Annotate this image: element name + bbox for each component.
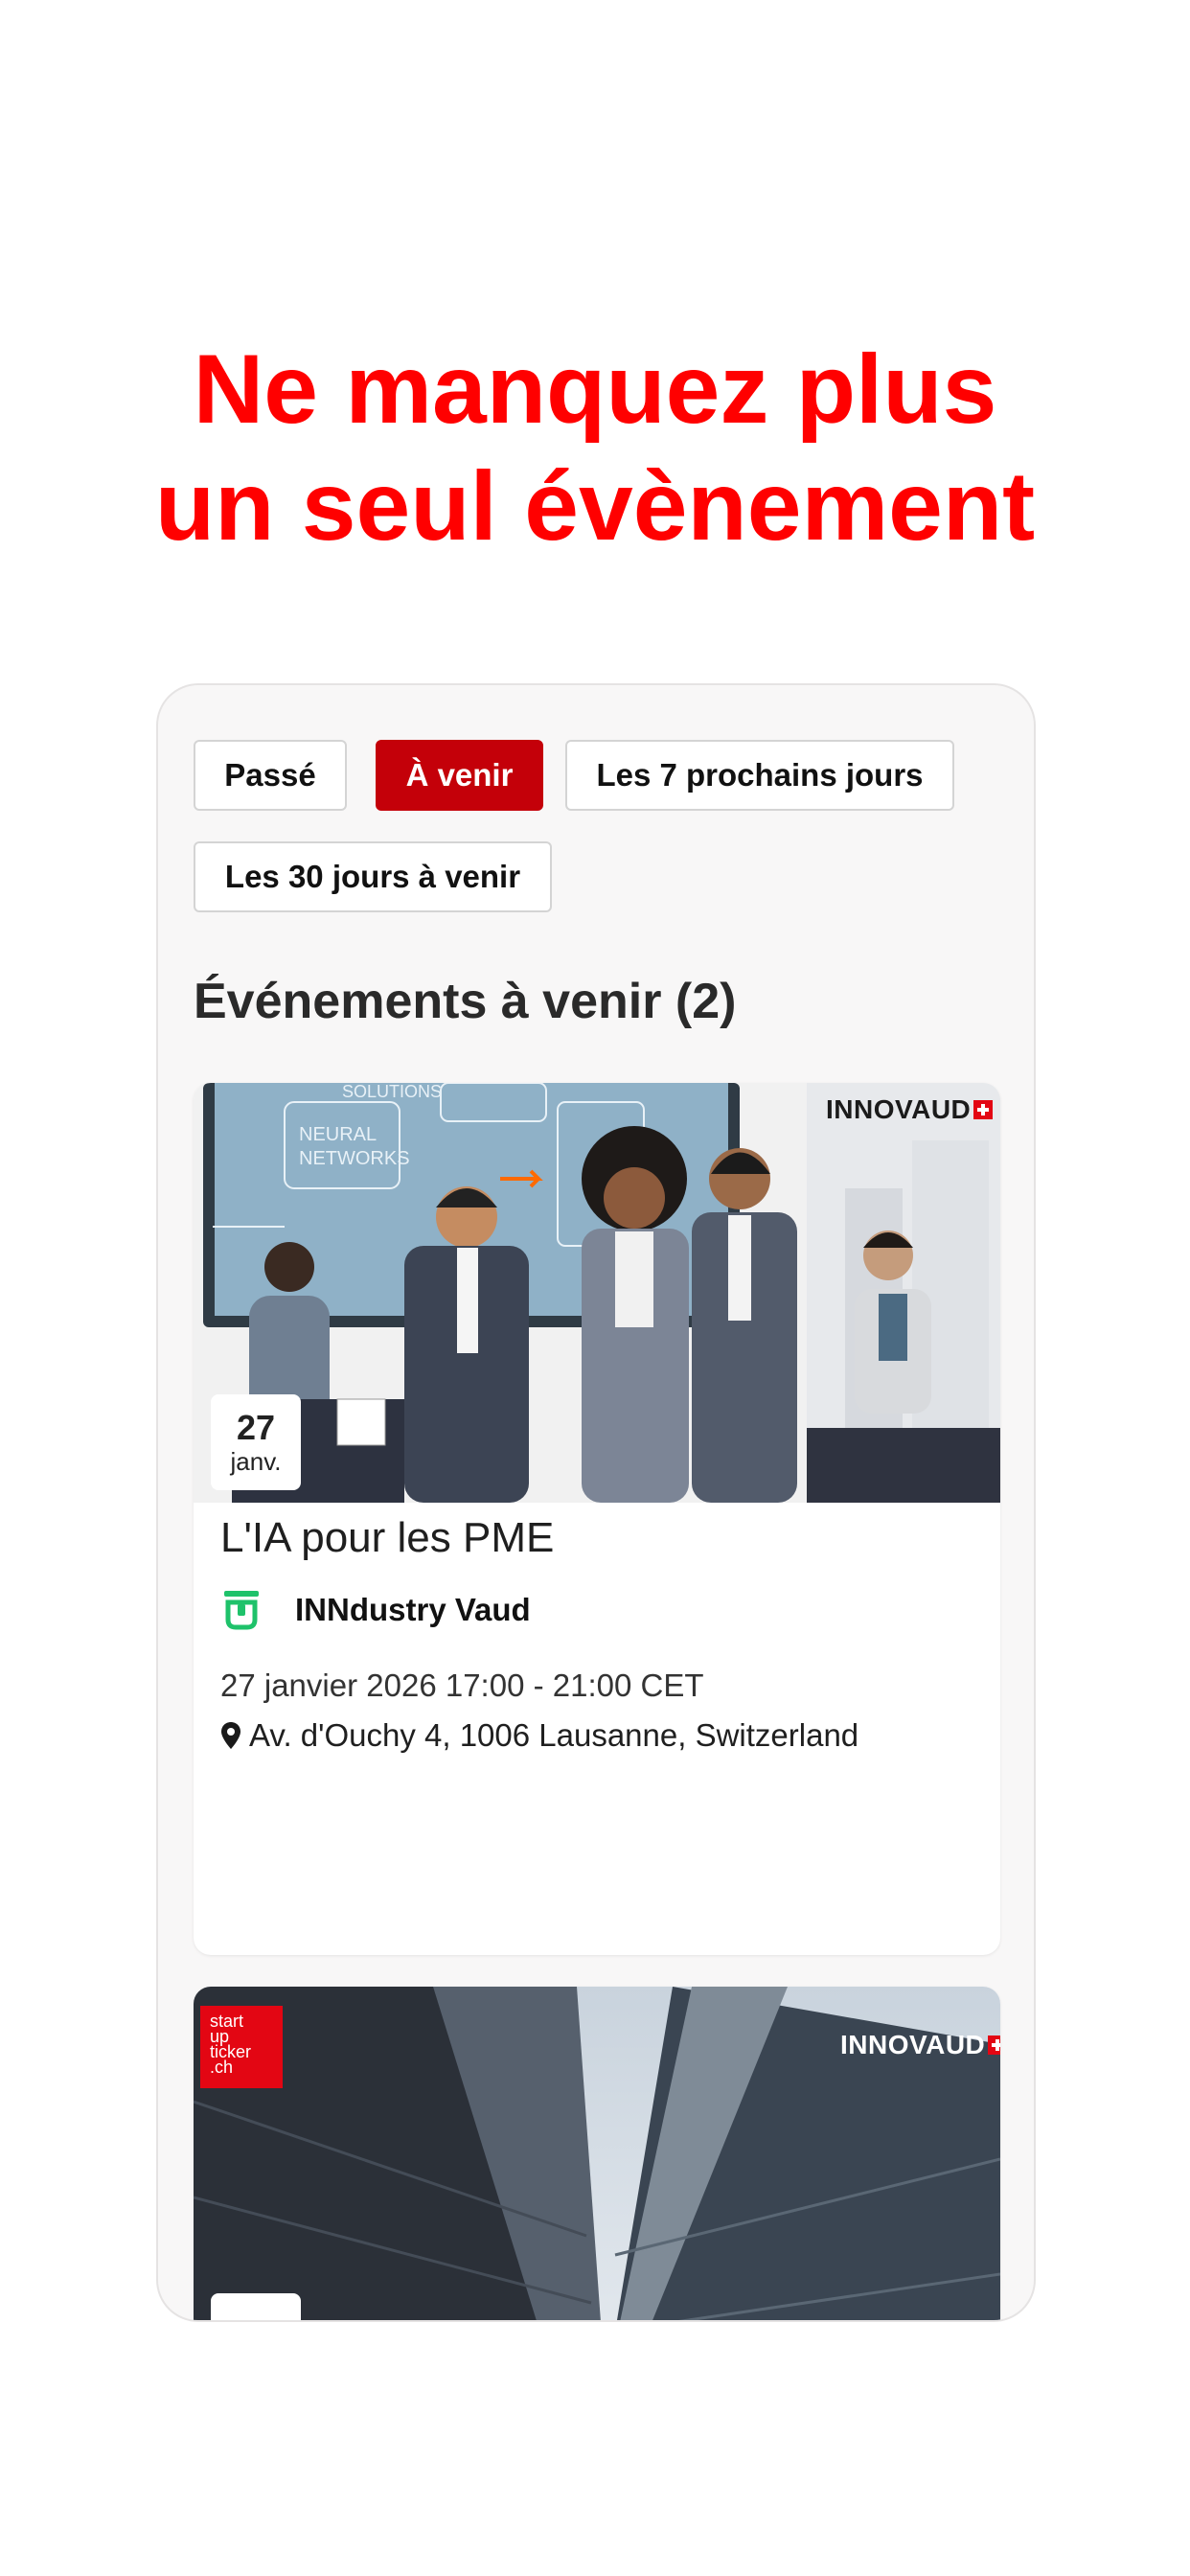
organizer-name: INNdustry Vaud (295, 1592, 531, 1627)
innovaud-text: INNOVAUD (840, 2030, 986, 2059)
swiss-flag-icon (973, 1100, 994, 1119)
event-location: Av. d'Ouchy 4, 1006 Lausanne, Switzerlan… (220, 1717, 858, 1754)
filter-chip-next-7-days[interactable]: Les 7 prochains jours (565, 740, 954, 811)
innovaud-text: INNOVAUD (826, 1094, 972, 1124)
headline-line-2: un seul évènement (154, 451, 1036, 561)
event-card[interactable]: start up ticker .ch INNOVAUD 3 (194, 1987, 1000, 2320)
event-title[interactable]: L'IA pour les PME (220, 1514, 554, 1562)
date-badge: 27 janv. (211, 1394, 301, 1490)
startupticker-logo: start up ticker .ch (200, 2006, 283, 2088)
event-datetime: 27 janvier 2026 17:00 - 21:00 CET (220, 1668, 704, 1703)
board-text-networks: NETWORKS (299, 1148, 410, 1169)
filter-chip-next-30-days[interactable]: Les 30 jours à venir (194, 841, 552, 912)
event-location-text: Av. d'Ouchy 4, 1006 Lausanne, Switzerlan… (249, 1717, 859, 1753)
location-pin-icon (221, 1722, 240, 1749)
date-badge: 3 (211, 2293, 301, 2320)
filter-chip-past[interactable]: Passé (194, 740, 347, 811)
event-image: SOLUTIONS NEURAL NETWORKS INNOVAUD 27 ja… (194, 1083, 1000, 1503)
board-text-solutions: SOLUTIONS (342, 1083, 442, 1101)
date-day: 27 (236, 1408, 276, 1447)
innovaud-logo: INNOVAUD (840, 2030, 1000, 2060)
innovaud-logo: INNOVAUD (826, 1094, 994, 1125)
phone-screen: Passé À venir Les 7 prochains jours Les … (156, 683, 1036, 2322)
headline-line-1: Ne manquez plus (193, 334, 997, 444)
date-month: janv. (230, 1447, 282, 1476)
swiss-flag-icon (988, 2036, 1000, 2055)
filter-chip-upcoming[interactable]: À venir (376, 740, 543, 811)
event-illustration: SOLUTIONS NEURAL NETWORKS (194, 1083, 1000, 1503)
section-title: Événements à venir (2) (194, 974, 737, 1029)
ticker-line-4: .ch (210, 2058, 234, 2077)
event-image: start up ticker .ch INNOVAUD 3 (194, 1987, 1000, 2320)
organizer-logo-icon (224, 1591, 259, 1630)
headline: Ne manquez plus un seul évènement (0, 331, 1190, 564)
event-card[interactable]: SOLUTIONS NEURAL NETWORKS INNOVAUD 27 ja… (194, 1083, 1000, 1955)
board-text-neural: NEURAL (299, 1124, 377, 1145)
organizer[interactable]: INNdustry Vaud (222, 1586, 531, 1634)
